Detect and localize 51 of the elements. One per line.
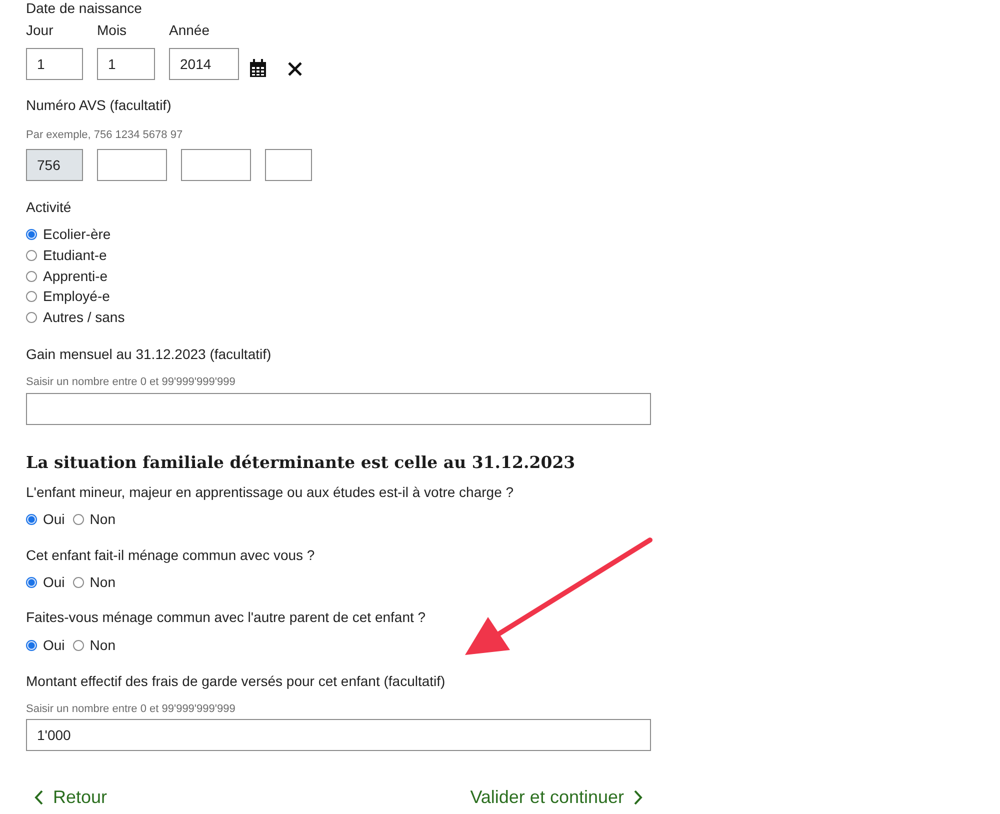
radio-button[interactable] (26, 312, 37, 323)
radio-button[interactable] (26, 514, 37, 526)
radio-button[interactable] (26, 270, 37, 282)
radio-button[interactable] (26, 250, 37, 262)
radio-button[interactable] (26, 291, 37, 302)
close-icon[interactable] (288, 62, 302, 76)
radio-label[interactable]: Etudiant-e (43, 245, 107, 266)
radio-button[interactable] (26, 576, 37, 588)
hint-text: Saisir un nombre entre 0 et 99'999'999'999 (26, 702, 236, 717)
field-label: Numéro AVS (facultatif) (26, 96, 172, 114)
radio-label[interactable]: Non (90, 634, 116, 656)
continue-link[interactable]: Valider et continuer (470, 784, 643, 812)
field-label: Activité (26, 198, 72, 216)
date-field[interactable]: 1 (26, 48, 83, 80)
question-label: L'enfant mineur, majeur en apprentissage ou aux études est-il à votre charge ? (26, 484, 515, 501)
date-field[interactable]: 2014 (169, 48, 239, 80)
calendar-icon[interactable] (249, 58, 267, 78)
number-field[interactable] (26, 392, 651, 425)
radio-label[interactable]: Autres / sans (43, 306, 125, 328)
chevron-right-icon (634, 790, 643, 806)
radio-label[interactable]: Non (90, 572, 116, 593)
hint-text: Saisir un nombre entre 0 et 99'999'999'999 (26, 375, 236, 390)
number-field[interactable]: 1'000 (26, 719, 651, 752)
radio-label[interactable]: Oui (43, 509, 65, 530)
radio-label[interactable]: Apprenti-e (43, 266, 108, 287)
field-label: Date de naissance (26, 0, 143, 17)
radio-button[interactable] (26, 229, 37, 240)
field-label: Montant effectif des frais de garde versés pour cet enfant (facultatif) (26, 673, 446, 690)
section-heading: La situation familiale déterminante est celle au 31.12.2023 (26, 452, 576, 473)
radio-label[interactable]: Oui (43, 572, 65, 593)
radio-label[interactable]: Non (90, 509, 116, 530)
question-label: Faites-vous ménage commun avec l'autre parent de cet enfant ? (26, 609, 427, 626)
date-field[interactable]: 1 (97, 48, 155, 80)
field-label: Année (169, 22, 210, 39)
chevron-left-icon (34, 790, 43, 806)
avs-field[interactable] (265, 148, 312, 181)
hint-text: Par exemple, 756 1234 5678 97 (26, 128, 184, 144)
radio-label[interactable]: Oui (43, 634, 65, 656)
avs-field[interactable] (97, 148, 167, 181)
radio-label[interactable]: Employé-e (43, 286, 110, 308)
radio-button[interactable] (72, 640, 84, 651)
question-label: Cet enfant fait-il ménage commun avec vous ? (26, 546, 316, 564)
avs-field[interactable] (181, 148, 251, 181)
radio-button[interactable] (72, 576, 84, 588)
field-label: Gain mensuel au 31.12.2023 (facultatif) (26, 346, 272, 362)
back-link[interactable]: Retour (34, 784, 108, 812)
field-label: Mois (97, 22, 128, 39)
radio-button[interactable] (72, 514, 84, 526)
radio-label[interactable]: Ecolier-ère (43, 224, 111, 246)
field-label: Jour (26, 22, 54, 39)
radio-button[interactable] (26, 640, 37, 651)
